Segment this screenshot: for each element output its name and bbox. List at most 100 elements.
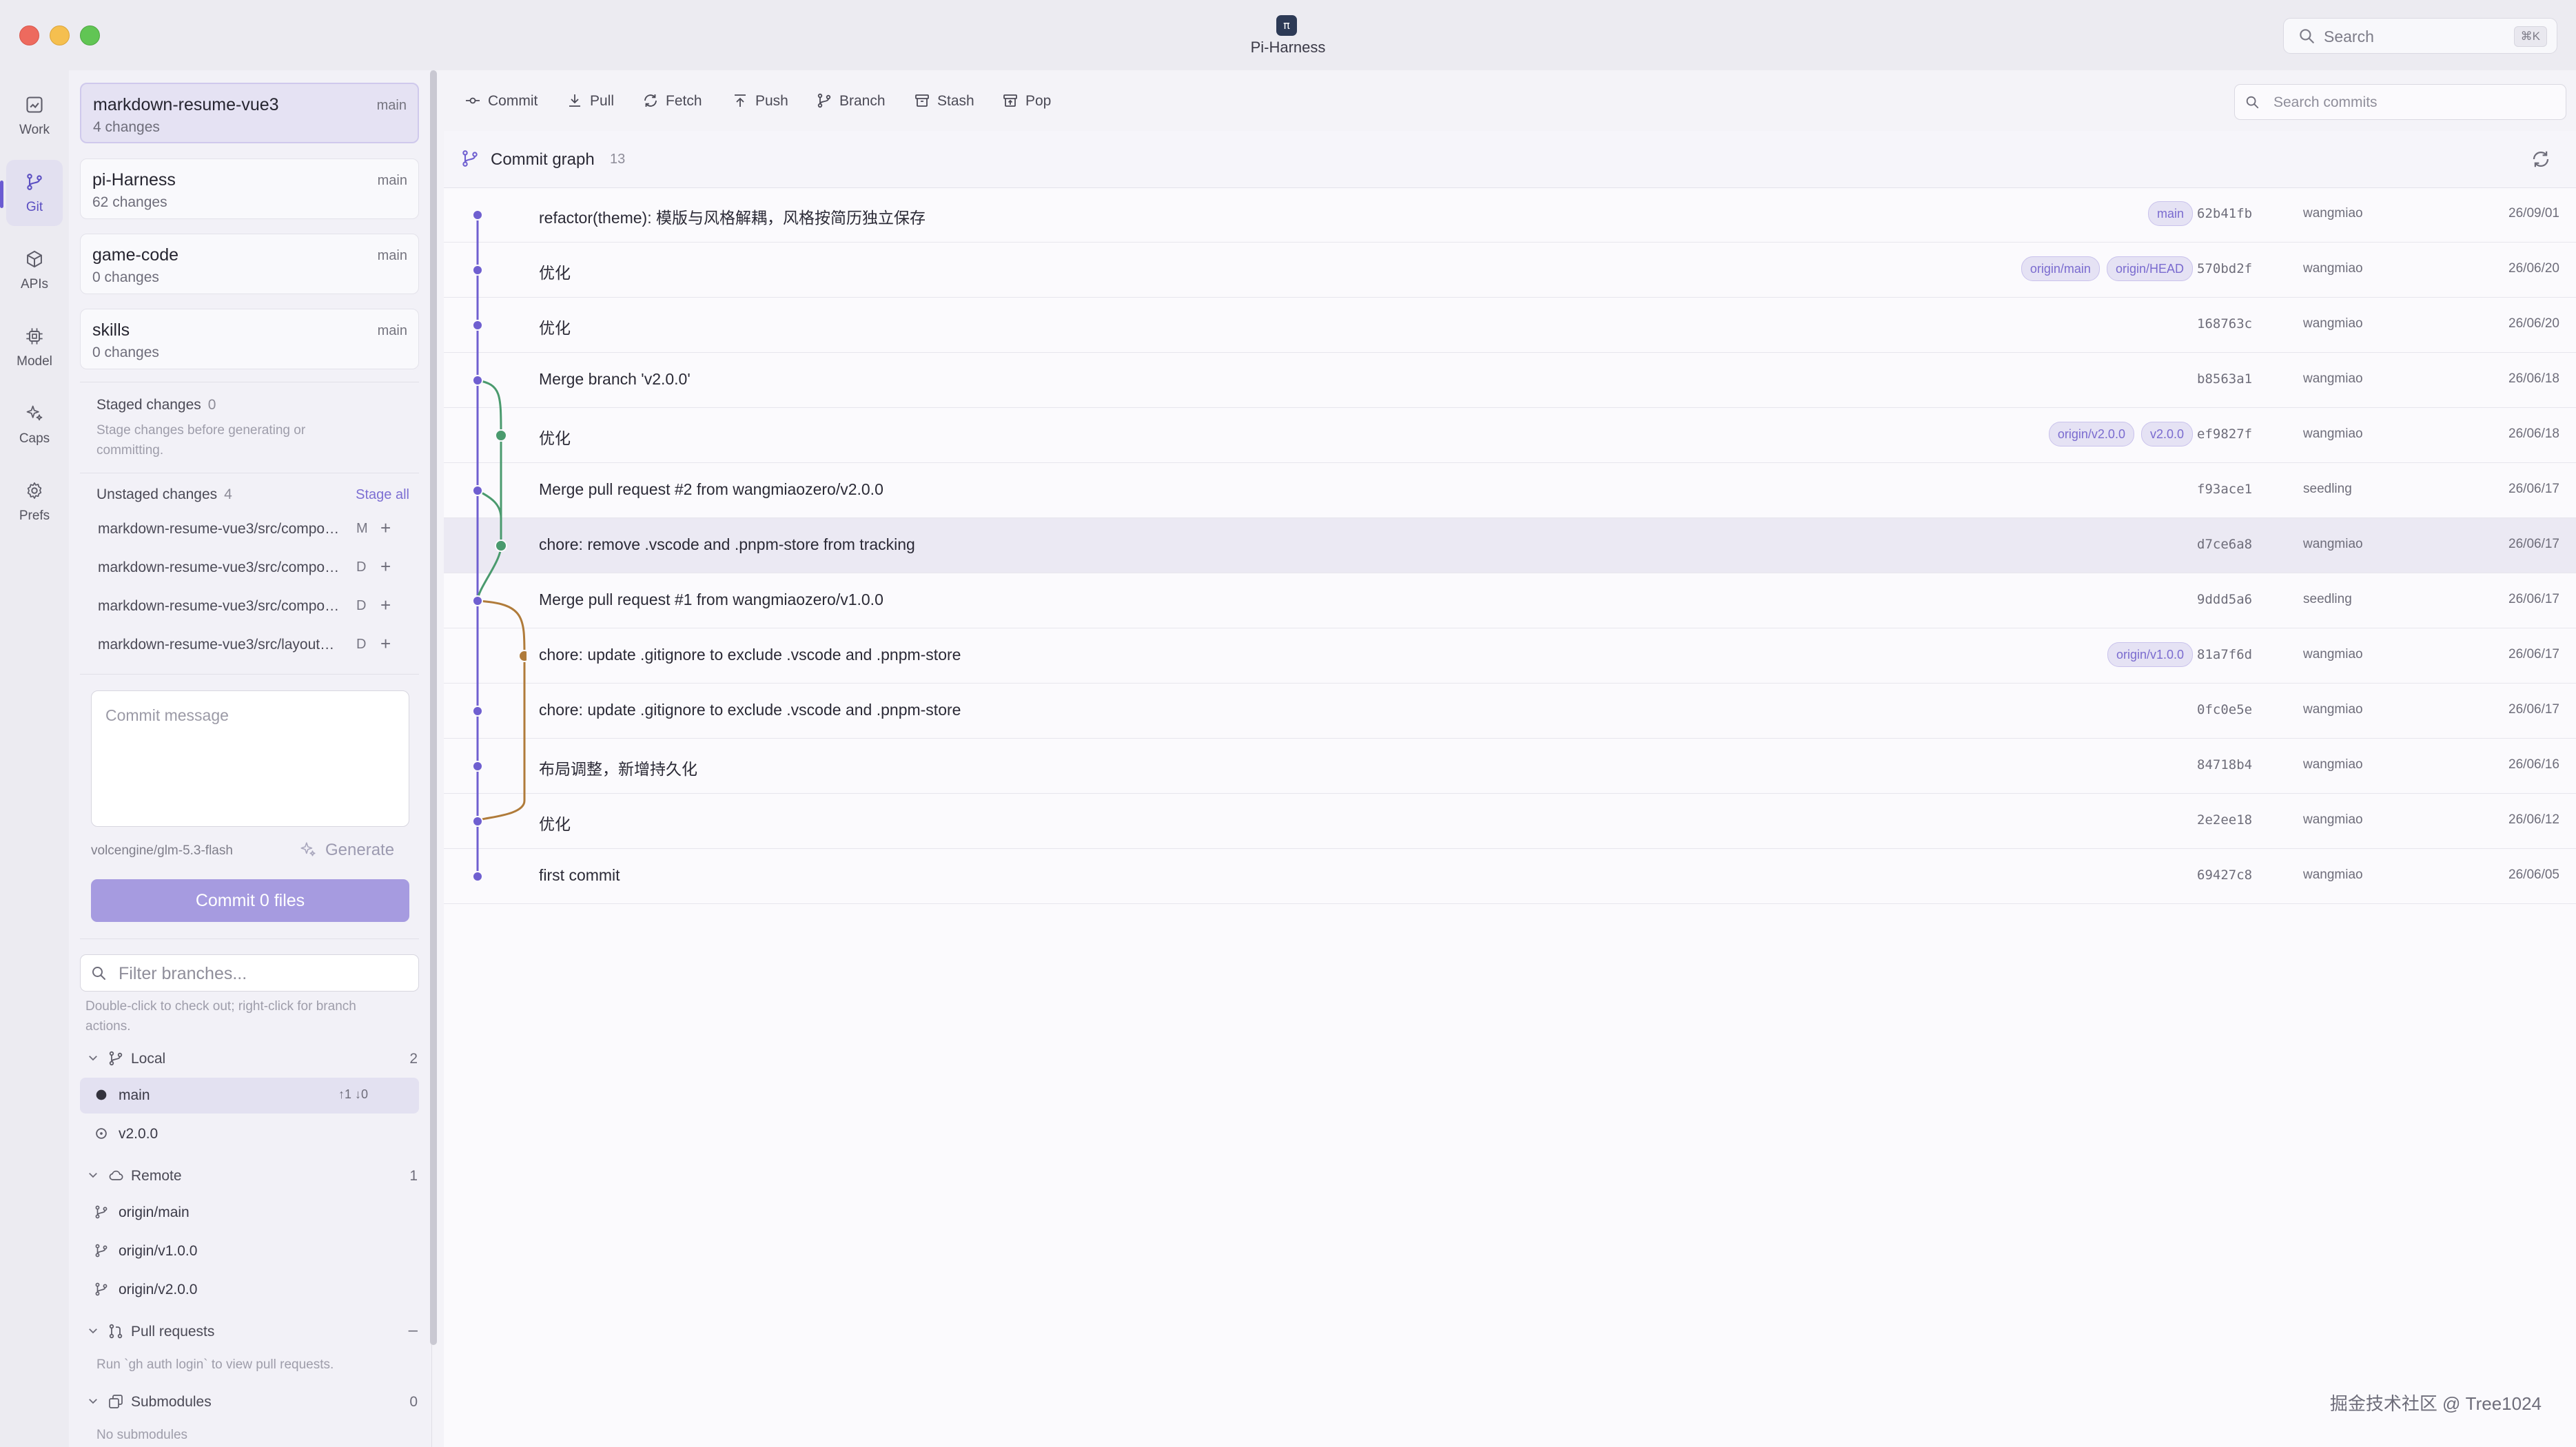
push-button[interactable]: Push: [732, 90, 794, 113]
refresh-icon[interactable]: [2531, 149, 2551, 170]
stage-all-button[interactable]: Stage all: [356, 487, 409, 503]
repo-branch: main: [377, 323, 407, 338]
stage-file-button[interactable]: +: [380, 517, 391, 539]
commit-node[interactable]: [472, 485, 483, 496]
commit-row[interactable]: 优化 origin/main origin/HEAD 570bd2f wangmiao 2…: [444, 243, 2576, 298]
commit-row[interactable]: refactor(theme): 模版与风格解耦，风格按简历独立保存 main 62…: [444, 187, 2576, 243]
branch-name: main: [119, 1087, 150, 1103]
commit-sha: ef9827f: [2197, 427, 2253, 442]
commit-row[interactable]: 优化 168763c wangmiao 26/06/20: [444, 298, 2576, 353]
commit-files-button[interactable]: Commit 0 files: [91, 879, 409, 922]
branch-sync-status: ↑1 ↓0: [338, 1087, 368, 1101]
rail-item-git[interactable]: Git: [6, 160, 63, 226]
fetch-button[interactable]: Fetch: [642, 90, 711, 113]
branch-item-main[interactable]: main ↑1 ↓0: [80, 1078, 419, 1114]
remote-branch-item[interactable]: origin/v1.0.0: [80, 1233, 419, 1269]
commit-author: wangmiao: [2303, 702, 2363, 717]
ref-badge[interactable]: origin/v1.0.0: [2107, 642, 2193, 667]
search-commits-box[interactable]: Search commits: [2234, 84, 2566, 120]
commit-row[interactable]: 优化 origin/v2.0.0 v2.0.0 ef9827f wangmiao 26/0…: [444, 408, 2576, 463]
commit-message-input[interactable]: [92, 691, 409, 826]
sidebar-scrollbar[interactable]: [430, 70, 437, 1345]
filter-branches-box[interactable]: Filter branches...: [80, 954, 419, 992]
branch-item-v2[interactable]: v2.0.0: [80, 1116, 419, 1152]
commit-node[interactable]: [472, 320, 483, 331]
commit-node[interactable]: [472, 761, 483, 772]
collapse-button[interactable]: –: [409, 1321, 418, 1340]
unstaged-file-row[interactable]: markdown-resume-vue3/src/components/Them…: [98, 554, 401, 582]
submodules-empty: No submodules: [96, 1428, 188, 1442]
commit-row[interactable]: first commit 69427c8 wangmiao 26/06/05: [444, 849, 2576, 904]
commit-row[interactable]: 布局调整，新增持久化 84718b4 wangmiao 26/06/16: [444, 739, 2576, 794]
local-branches-header[interactable]: Local 2: [87, 1047, 418, 1072]
ref-badge[interactable]: origin/HEAD: [2106, 256, 2193, 281]
repo-card-game-code[interactable]: game-code 0 changes main: [80, 234, 419, 294]
ref-badge[interactable]: origin/main: [2021, 256, 2100, 281]
commit-row[interactable]: 优化 2e2ee18 wangmiao 26/06/12: [444, 794, 2576, 849]
commit-sha: 0fc0e5e: [2197, 702, 2253, 717]
ref-badge[interactable]: origin/v2.0.0: [2048, 422, 2134, 447]
filter-branches-placeholder: Filter branches...: [119, 964, 247, 983]
pop-button[interactable]: Pop: [1002, 90, 1057, 113]
commit-date: 26/06/12: [2508, 812, 2559, 827]
unstaged-file-row[interactable]: markdown-resume-vue3/src/components/Resu…: [98, 515, 401, 543]
rail-item-model[interactable]: Model: [6, 314, 63, 380]
work-icon: [26, 96, 43, 113]
ref-badge[interactable]: v2.0.0: [2140, 422, 2193, 447]
commit-row[interactable]: Merge pull request #2 from wangmiaozero/…: [444, 463, 2576, 518]
commit-row[interactable]: Merge pull request #1 from wangmiaozero/…: [444, 573, 2576, 628]
branch-button[interactable]: Branch: [816, 90, 892, 113]
commit-node[interactable]: [472, 595, 483, 606]
commit-author: wangmiao: [2303, 537, 2363, 551]
staged-hint-line: Stage changes before generating or: [96, 423, 306, 438]
remote-branch-item[interactable]: origin/v2.0.0: [80, 1272, 419, 1308]
commit-node[interactable]: [495, 540, 507, 552]
submodule-icon: [109, 1395, 123, 1408]
commit-node[interactable]: [495, 429, 507, 442]
commit-row[interactable]: chore: update .gitignore to exclude .vsc…: [444, 628, 2576, 684]
repo-card-skills[interactable]: skills 0 changes main: [80, 309, 419, 369]
stash-button[interactable]: Stash: [914, 90, 983, 113]
submodules-count: 0: [409, 1394, 418, 1410]
remote-branches-header[interactable]: Remote 1: [87, 1164, 418, 1189]
rail-item-caps[interactable]: Caps: [6, 391, 63, 458]
commit-ref-tags: origin/v1.0.0: [2107, 642, 2193, 667]
rail-item-work[interactable]: Work: [6, 83, 63, 149]
stage-file-button[interactable]: +: [380, 633, 391, 655]
commit-node[interactable]: [472, 265, 483, 276]
zoom-window-button[interactable]: [80, 25, 100, 45]
commit-row[interactable]: Merge branch 'v2.0.0' b8563a1 wangmiao 26/0…: [444, 353, 2576, 408]
commit-node[interactable]: [472, 871, 483, 882]
minimize-window-button[interactable]: [50, 25, 70, 45]
commit-node[interactable]: [472, 816, 483, 827]
submodules-header[interactable]: Submodules 0: [87, 1390, 418, 1415]
commit-button[interactable]: Commit: [464, 90, 550, 113]
unstaged-file-row[interactable]: markdown-resume-vue3/src/layouts/Default…: [98, 631, 401, 659]
chip-icon: [26, 328, 43, 345]
pull-request-icon: [109, 1324, 123, 1339]
repo-card-pi-harness[interactable]: pi-Harness 62 changes main: [80, 158, 419, 219]
commit-message: chore: update .gitignore to exclude .vsc…: [539, 646, 961, 664]
commit-row[interactable]: chore: remove .vscode and .pnpm-store fr…: [444, 518, 2576, 573]
repo-changes: 0 changes: [92, 345, 159, 360]
commit-sha: 69427c8: [2197, 868, 2253, 883]
ref-badge[interactable]: main: [2147, 201, 2193, 226]
commit-node[interactable]: [472, 209, 483, 220]
remote-branch-item[interactable]: origin/main: [80, 1195, 419, 1231]
commit-node[interactable]: [518, 650, 527, 662]
unstaged-file-row[interactable]: markdown-resume-vue3/src/components/Tool…: [98, 593, 401, 620]
divider: [80, 938, 419, 939]
stage-file-button[interactable]: +: [380, 556, 391, 577]
repo-card-markdown-resume-vue3[interactable]: markdown-resume-vue3 4 changes main: [80, 83, 419, 143]
commit-row[interactable]: chore: update .gitignore to exclude .vsc…: [444, 684, 2576, 739]
rail-item-apis[interactable]: APIs: [6, 237, 63, 303]
rail-item-prefs[interactable]: Prefs: [6, 469, 63, 535]
global-search-box[interactable]: Search ⌘K: [2283, 18, 2557, 54]
commit-node[interactable]: [472, 706, 483, 717]
stage-file-button[interactable]: +: [380, 595, 391, 616]
commit-message-box: [91, 690, 409, 827]
pull-button[interactable]: Pull: [566, 90, 622, 113]
close-window-button[interactable]: [19, 25, 39, 45]
pull-requests-header[interactable]: Pull requests –: [87, 1320, 418, 1345]
commit-node[interactable]: [472, 375, 483, 386]
